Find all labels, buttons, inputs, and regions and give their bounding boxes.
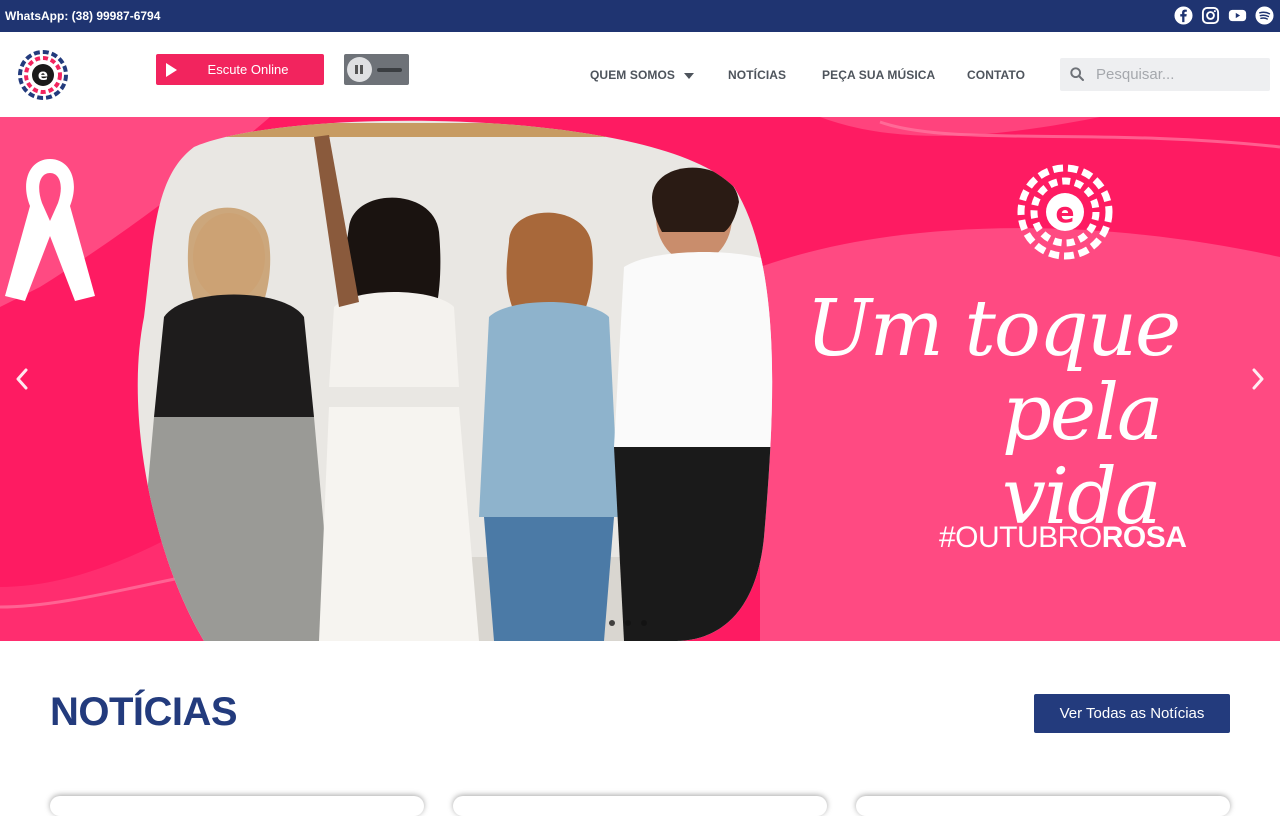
slider-prev-arrow-icon[interactable] bbox=[14, 367, 30, 391]
nav-item-contato[interactable]: CONTATO bbox=[967, 68, 1025, 82]
pink-ribbon-icon bbox=[5, 159, 95, 301]
slider-next-arrow-icon[interactable] bbox=[1250, 367, 1266, 391]
hero-slogan: Um toque pela vida bbox=[806, 287, 1280, 539]
pause-icon[interactable] bbox=[347, 57, 372, 82]
listen-online-label: Escute Online bbox=[207, 62, 289, 77]
search-icon[interactable] bbox=[1070, 67, 1084, 81]
nav-item-label: QUEM SOMOS bbox=[590, 68, 676, 82]
slider-dot[interactable] bbox=[641, 620, 647, 626]
slider-pagination bbox=[609, 620, 647, 626]
news-card[interactable] bbox=[453, 796, 827, 816]
social-links bbox=[1174, 6, 1274, 25]
site-header: e Escute Online QUEM SOMOS NOTÍCIAS PEÇA… bbox=[0, 32, 1280, 117]
volume-slider[interactable] bbox=[377, 68, 402, 72]
news-card[interactable] bbox=[856, 796, 1230, 816]
instagram-icon[interactable] bbox=[1201, 6, 1220, 25]
nav-item-quem-somos[interactable]: QUEM SOMOS bbox=[590, 68, 695, 82]
spotify-icon[interactable] bbox=[1255, 6, 1274, 25]
site-logo[interactable]: e bbox=[16, 48, 70, 102]
nav-item-noticias[interactable]: NOTÍCIAS bbox=[728, 68, 786, 82]
hero-slogan-line1: Um toque bbox=[806, 284, 1181, 374]
hashtag-bold: ROSA bbox=[1101, 521, 1187, 554]
slider-dot[interactable] bbox=[609, 620, 615, 626]
search-box bbox=[1060, 58, 1270, 91]
hero-brand-logo: e bbox=[1017, 164, 1113, 260]
facebook-icon[interactable] bbox=[1174, 6, 1193, 25]
hero-photo bbox=[137, 120, 773, 641]
hero-slider: e Um toque pela vida #OUTUBROROSA bbox=[0, 117, 1280, 641]
whatsapp-contact[interactable]: WhatsApp: (38) 99987-6794 bbox=[5, 9, 160, 23]
view-all-news-button[interactable]: Ver Todas as Notícias bbox=[1034, 694, 1230, 733]
news-section-title: NOTÍCIAS bbox=[50, 690, 238, 734]
audio-player bbox=[344, 54, 409, 85]
listen-online-button[interactable]: Escute Online bbox=[156, 54, 324, 85]
search-input[interactable] bbox=[1096, 58, 1264, 91]
svg-text:e: e bbox=[1056, 196, 1075, 229]
hashtag-prefix: #OUTUBRO bbox=[939, 521, 1102, 554]
top-bar: WhatsApp: (38) 99987-6794 bbox=[0, 0, 1280, 32]
slider-dot[interactable] bbox=[625, 620, 631, 626]
caret-down-icon bbox=[684, 72, 695, 79]
svg-text:e: e bbox=[38, 66, 48, 84]
youtube-icon[interactable] bbox=[1228, 6, 1247, 25]
hero-slogan-line2: pela vida bbox=[1002, 368, 1164, 542]
hero-hashtag: #OUTUBROROSA bbox=[939, 521, 1187, 555]
news-card[interactable] bbox=[50, 796, 424, 816]
nav-item-peca-sua-musica[interactable]: PEÇA SUA MÚSICA bbox=[822, 68, 935, 82]
